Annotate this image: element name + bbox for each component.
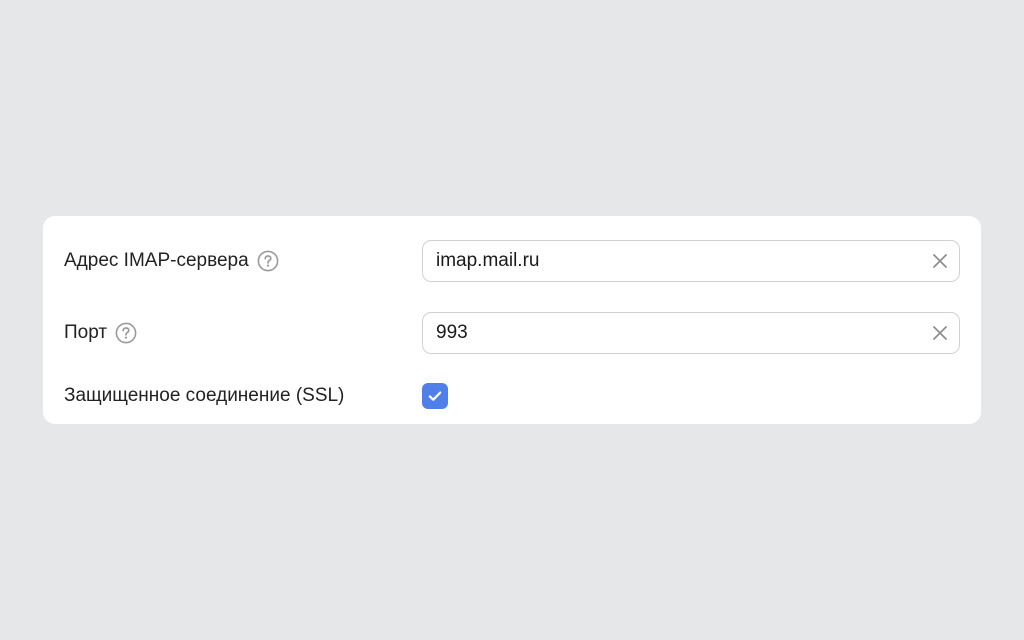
ssl-label: Защищенное соединение (SSL) [64, 385, 345, 406]
question-circle-icon[interactable] [257, 250, 279, 272]
imap-server-row: Адрес IMAP-сервера [43, 240, 981, 282]
close-icon[interactable] [921, 313, 959, 353]
ssl-row: Защищенное соединение (SSL) [43, 383, 981, 409]
ssl-checkbox[interactable] [422, 383, 448, 409]
port-label-group: Порт [64, 312, 137, 354]
question-circle-icon[interactable] [115, 322, 137, 344]
imap-server-label-group: Адрес IMAP-сервера [64, 240, 279, 282]
port-input[interactable] [423, 313, 921, 353]
port-label: Порт [64, 322, 108, 343]
close-icon[interactable] [921, 241, 959, 281]
imap-server-label: Адрес IMAP-сервера [64, 250, 249, 271]
port-field[interactable] [422, 312, 960, 354]
port-row: Порт [43, 312, 981, 354]
imap-settings-card: Адрес IMAP-сервера Порт [43, 216, 981, 424]
checkmark-icon [427, 388, 443, 404]
imap-server-field[interactable] [422, 240, 960, 282]
ssl-label-group: Защищенное соединение (SSL) [64, 383, 344, 409]
imap-server-input[interactable] [423, 241, 921, 281]
